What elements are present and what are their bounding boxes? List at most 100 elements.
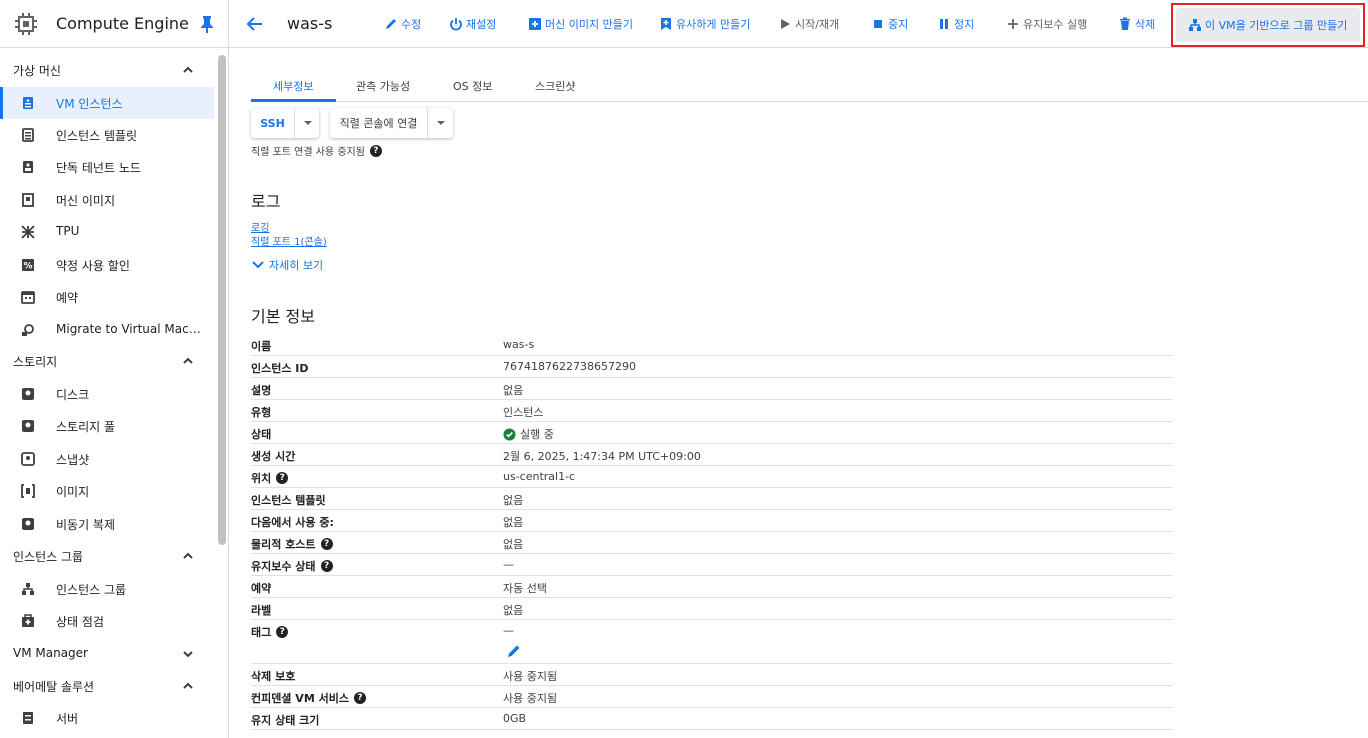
sidebar-item-instance-groups[interactable]: 인스턴스 그룹 — [0, 573, 214, 605]
section-label: 스토리지 — [13, 355, 58, 369]
row-key: 유지 상태 크기 — [251, 714, 320, 727]
sidebar-item-committed-use[interactable]: % 약정 사용 할인 — [0, 249, 214, 281]
bookmark-add-icon — [661, 18, 671, 30]
suspend-button[interactable]: 정지 — [937, 15, 974, 33]
edit-tags-icon[interactable] — [507, 644, 521, 658]
table-row: 설명 없음 — [251, 378, 1173, 400]
sidebar-item-async-replication[interactable]: 비동기 복제 — [0, 508, 214, 540]
basic-info-heading: 기본 정보 — [251, 307, 315, 326]
status-text: 실행 중 — [520, 428, 554, 441]
row-value: 없음 — [503, 494, 524, 507]
tpu-icon — [21, 225, 35, 239]
serial-port-link[interactable]: 직렬 포트 1(콘솔) — [251, 233, 327, 248]
ssh-dropdown-button[interactable] — [297, 108, 319, 138]
row-value: 없음 — [503, 384, 524, 397]
section-bare-metal[interactable]: 베어메탈 솔루션 — [0, 670, 214, 702]
server-icon — [23, 712, 33, 724]
row-value: 0GB — [503, 712, 527, 725]
vm-name-title: was-s — [287, 14, 333, 33]
create-machine-image-button[interactable]: 머신 이미지 만들기 — [528, 15, 633, 33]
row-key-with-help: 유지보수 상태? — [251, 558, 333, 574]
stop-icon — [874, 20, 882, 28]
section-label: 베어메탈 솔루션 — [13, 680, 95, 694]
serial-console-dropdown-button[interactable] — [430, 108, 452, 138]
sidebar-scrollbar[interactable] — [218, 55, 226, 545]
create-group-button[interactable]: 이 VM을 기반으로 그룹 만들기 — [1176, 8, 1360, 42]
help-icon[interactable]: ? — [320, 560, 333, 572]
delete-button[interactable]: 삭제 — [1118, 15, 1155, 33]
row-value-status: 실행 중 — [503, 426, 554, 442]
tab-details[interactable]: 세부정보 — [273, 78, 313, 94]
create-similar-button[interactable]: 유사하게 만들기 — [659, 15, 750, 33]
help-icon[interactable]: ? — [369, 144, 382, 157]
tab-observability[interactable]: 관측 가능성 — [356, 78, 410, 94]
help-icon[interactable]: ? — [276, 626, 289, 638]
sidebar-item-label: 상태 점검 — [56, 615, 104, 629]
section-virtual-machines[interactable]: 가상 머신 — [0, 54, 214, 86]
help-icon[interactable]: ? — [320, 538, 333, 550]
logging-link[interactable]: 로깅 — [251, 219, 269, 234]
action-toolbar: was-s 수정 재설정 머신 이미지 만들기 유사하게 만들기 시작/재개 중… — [229, 0, 1368, 48]
table-row: 이름 was-s — [251, 334, 1173, 356]
machine-image-icon — [22, 193, 34, 207]
run-maintenance-button[interactable]: 유지보수 실행 — [1006, 15, 1087, 33]
table-row: 인스턴스 ID 7674187622738657290 — [251, 356, 1173, 378]
row-key: 설명 — [251, 384, 272, 397]
row-value: 없음 — [503, 538, 524, 551]
row-key-text: 컨피덴셜 VM 서비스 — [251, 692, 349, 705]
row-key: 유형 — [251, 406, 272, 419]
tab-os-info[interactable]: OS 정보 — [453, 78, 492, 94]
row-key-text: 물리적 호스트 — [251, 538, 316, 551]
tab-screenshot[interactable]: 스크린샷 — [535, 78, 575, 94]
run-maintenance-label: 유지보수 실행 — [1023, 18, 1088, 31]
sidebar-item-tpu[interactable]: TPU — [0, 216, 214, 248]
sidebar-item-migrate[interactable]: Migrate to Virtual Machines — [0, 314, 214, 346]
stop-button[interactable]: 중지 — [871, 15, 908, 33]
row-key-with-help: 물리적 호스트? — [251, 536, 333, 552]
svg-text:%: % — [23, 262, 32, 272]
show-more-button[interactable]: 자세히 보기 — [251, 257, 323, 273]
row-value: — — [503, 624, 514, 637]
back-arrow-icon[interactable] — [246, 15, 264, 33]
section-vm-manager[interactable]: VM Manager — [0, 638, 214, 670]
row-key-text: 태그 — [251, 626, 272, 639]
sidebar-item-snapshots[interactable]: 스냅샷 — [0, 443, 214, 475]
section-storage[interactable]: 스토리지 — [0, 345, 214, 377]
table-row: 삭제 보호 사용 중지됨 — [251, 664, 1173, 686]
sidebar-item-vm-instances[interactable]: VM 인스턴스 — [0, 87, 214, 119]
table-row: 라벨 없음 — [251, 598, 1173, 620]
row-key: 라벨 — [251, 604, 272, 617]
serial-port-note-text: 직렬 포트 연결 사용 중지됨 — [251, 147, 365, 158]
table-row: 유지 상태 크기 0GB — [251, 708, 1173, 730]
row-key: 상태 — [251, 428, 272, 441]
reset-button[interactable]: 재설정 — [449, 15, 496, 33]
table-row: 위치? us-central1-c — [251, 466, 1173, 488]
help-icon[interactable]: ? — [353, 692, 366, 704]
suspend-label: 정지 — [954, 18, 975, 31]
pencil-icon — [386, 19, 396, 29]
sidebar-item-storage-pools[interactable]: 스토리지 풀 — [0, 410, 214, 442]
row-key-text: 유지보수 상태 — [251, 560, 316, 573]
chevron-down-icon — [252, 261, 264, 269]
pin-icon[interactable] — [200, 15, 214, 33]
sidebar-item-instance-templates[interactable]: 인스턴스 템플릿 — [0, 119, 214, 151]
sidebar-item-reservations[interactable]: 예약 — [0, 281, 214, 313]
sidebar-item-health-checks[interactable]: 상태 점검 — [0, 605, 214, 637]
ssh-button[interactable]: SSH — [251, 108, 295, 138]
compute-engine-icon — [15, 13, 37, 35]
sidebar-item-label: 스냅샷 — [56, 453, 90, 467]
start-resume-button[interactable]: 시작/재개 — [778, 15, 839, 33]
sidebar-item-sole-tenant-nodes[interactable]: 단독 테넌트 노드 — [0, 151, 214, 183]
section-instance-groups[interactable]: 인스턴스 그룹 — [0, 540, 214, 572]
delete-label: 삭제 — [1135, 18, 1156, 31]
sidebar-item-images[interactable]: 이미지 — [0, 475, 214, 507]
sidebar-item-servers[interactable]: 서버 — [0, 702, 214, 734]
sidebar-item-disks[interactable]: 디스크 — [0, 378, 214, 410]
app: Compute Engine 가상 머신 VM 인스턴스 인스턴스 템플릿 단독… — [0, 0, 1368, 738]
edit-button[interactable]: 수정 — [384, 15, 421, 33]
serial-console-button[interactable]: 직렬 콘솔에 연결 — [330, 108, 428, 138]
row-key: 생성 시간 — [251, 450, 296, 463]
create-group-highlight: 이 VM을 기반으로 그룹 만들기 — [1171, 3, 1365, 47]
sidebar-item-machine-images[interactable]: 머신 이미지 — [0, 184, 214, 216]
help-icon[interactable]: ? — [276, 472, 289, 484]
